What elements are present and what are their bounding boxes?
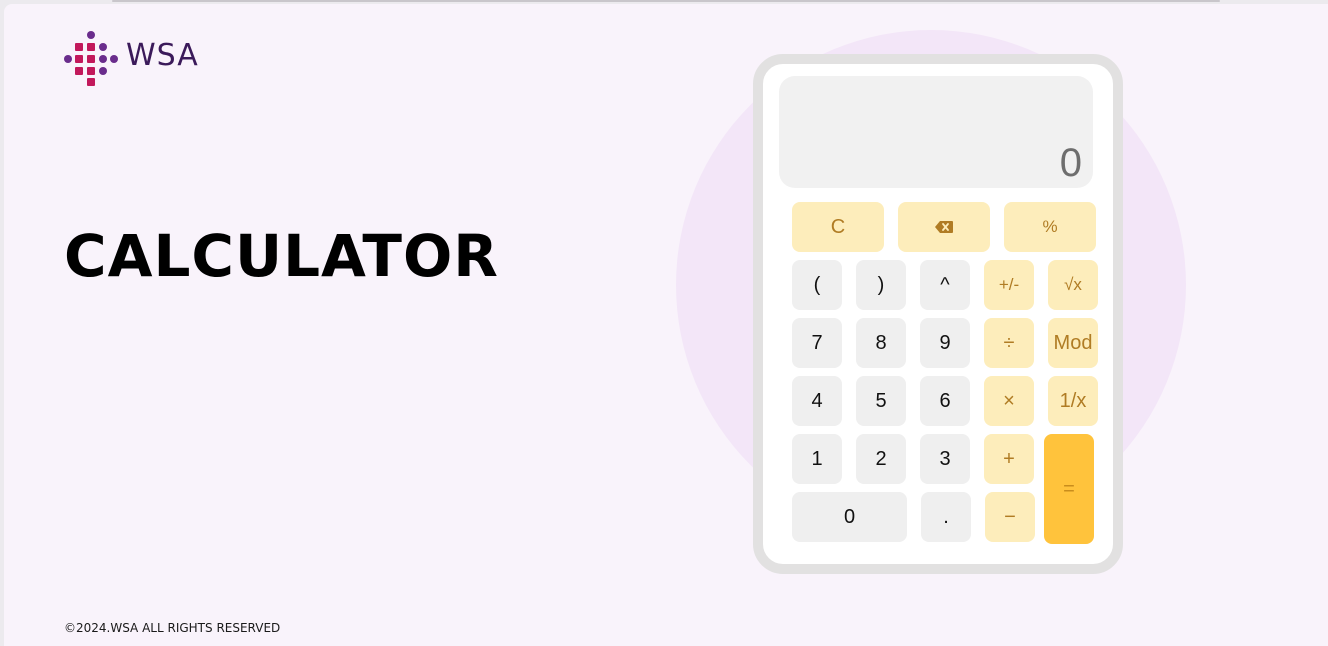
digit-6-button[interactable]: 6	[920, 376, 970, 426]
decimal-button[interactable]: .	[921, 492, 971, 542]
percent-button[interactable]: %	[1004, 202, 1096, 252]
digit-8-button[interactable]: 8	[856, 318, 906, 368]
digit-4-button[interactable]: 4	[792, 376, 842, 426]
calculator-display: 0	[779, 76, 1093, 188]
power-button[interactable]: ^	[920, 260, 970, 310]
reciprocal-button[interactable]: 1/x	[1048, 376, 1098, 426]
mod-button[interactable]: Mod	[1048, 318, 1098, 368]
backspace-icon	[935, 221, 953, 233]
add-button[interactable]: +	[984, 434, 1034, 484]
browser-top-edge	[112, 0, 1220, 2]
multiply-button[interactable]: ×	[984, 376, 1034, 426]
subtract-button[interactable]: −	[985, 492, 1035, 542]
page-title: CALCULATOR	[64, 222, 499, 290]
backspace-button[interactable]	[898, 202, 990, 252]
digit-0-button[interactable]: 0	[792, 492, 907, 542]
digit-5-button[interactable]: 5	[856, 376, 906, 426]
footer-copyright: ©2024.WSA ALL RIGHTS RESERVED	[64, 621, 281, 635]
digit-2-button[interactable]: 2	[856, 434, 906, 484]
equals-button[interactable]: =	[1044, 434, 1094, 544]
sqrt-button[interactable]: √x	[1048, 260, 1098, 310]
digit-7-button[interactable]: 7	[792, 318, 842, 368]
logo-text: WSA	[126, 38, 199, 73]
calculator: 0 C % ( ) ^ +/- √x 7 8 9 ÷ Mod 4 5 6 × 1…	[753, 54, 1123, 574]
negate-button[interactable]: +/-	[984, 260, 1034, 310]
digit-1-button[interactable]: 1	[792, 434, 842, 484]
divide-button[interactable]: ÷	[984, 318, 1034, 368]
page-container: WSA CALCULATOR ©2024.WSA ALL RIGHTS RESE…	[4, 4, 1328, 646]
digit-9-button[interactable]: 9	[920, 318, 970, 368]
display-value: 0	[1059, 141, 1082, 185]
clear-button[interactable]: C	[792, 202, 884, 252]
digit-3-button[interactable]: 3	[920, 434, 970, 484]
open-paren-button[interactable]: (	[792, 260, 842, 310]
close-paren-button[interactable]: )	[856, 260, 906, 310]
brand-logo[interactable]: WSA	[64, 29, 199, 86]
logo-mark-icon	[64, 29, 118, 86]
